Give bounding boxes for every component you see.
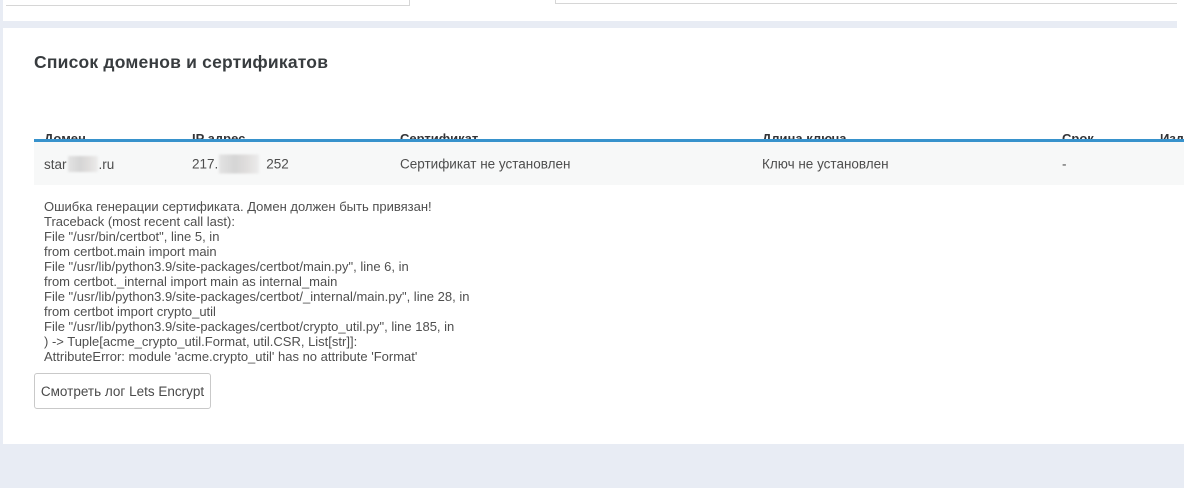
top-tab-bar — [3, 0, 1184, 21]
cell-key-length-status: Ключ не установлен — [762, 156, 889, 171]
tab-left-partial[interactable] — [6, 0, 410, 6]
domain-suffix: .ru — [99, 157, 115, 172]
log-line: File "/usr/lib/python3.9/site-packages/c… — [44, 289, 469, 304]
error-traceback: Ошибка генерации сертификата. Домен долж… — [44, 199, 469, 364]
log-line: File "/usr/lib/python3.9/site-packages/c… — [44, 319, 469, 334]
tab-active-partial[interactable] — [411, 0, 555, 8]
log-line: from certbot._internal import main as in… — [44, 274, 469, 289]
log-line: AttributeError: module 'acme.crypto_util… — [44, 349, 469, 364]
log-line: from certbot.main import main — [44, 244, 469, 259]
log-line: Traceback (most recent call last): — [44, 214, 469, 229]
cell-ip: 217. 252 — [192, 154, 289, 173]
domain-prefix: star — [44, 157, 67, 172]
log-line: File "/usr/lib/python3.9/site-packages/c… — [44, 259, 469, 274]
log-line: File "/usr/bin/certbot", line 5, in — [44, 229, 469, 244]
ip-suffix: 252 — [266, 156, 289, 171]
redacted-ip-part — [219, 154, 259, 173]
log-line: Ошибка генерации сертификата. Домен долж… — [44, 199, 469, 214]
scrollbar-track[interactable] — [1177, 0, 1184, 28]
page-title: Список доменов и сертификатов — [34, 52, 328, 73]
cell-term: - — [1062, 156, 1067, 171]
log-line: from certbot import crypto_util — [44, 304, 469, 319]
table-header: Домен IP адрес Сертификат Длина ключа Ср… — [34, 103, 1184, 139]
cell-certificate-status: Сертификат не установлен — [400, 156, 570, 171]
tab-right-partial[interactable] — [555, 0, 1180, 4]
cell-domain: star .ru — [44, 156, 114, 172]
content-card: Список доменов и сертификатов Домен IP а… — [3, 28, 1184, 444]
view-letsencrypt-log-button[interactable]: Смотреть лог Lets Encrypt — [34, 373, 211, 409]
ip-prefix: 217. — [192, 156, 218, 171]
log-line: ) -> Tuple[acme_crypto_util.Format, util… — [44, 334, 469, 349]
table-row[interactable]: star .ru 217. 252 Сертификат не установлен… — [34, 142, 1184, 185]
redacted-domain-part — [68, 156, 98, 172]
